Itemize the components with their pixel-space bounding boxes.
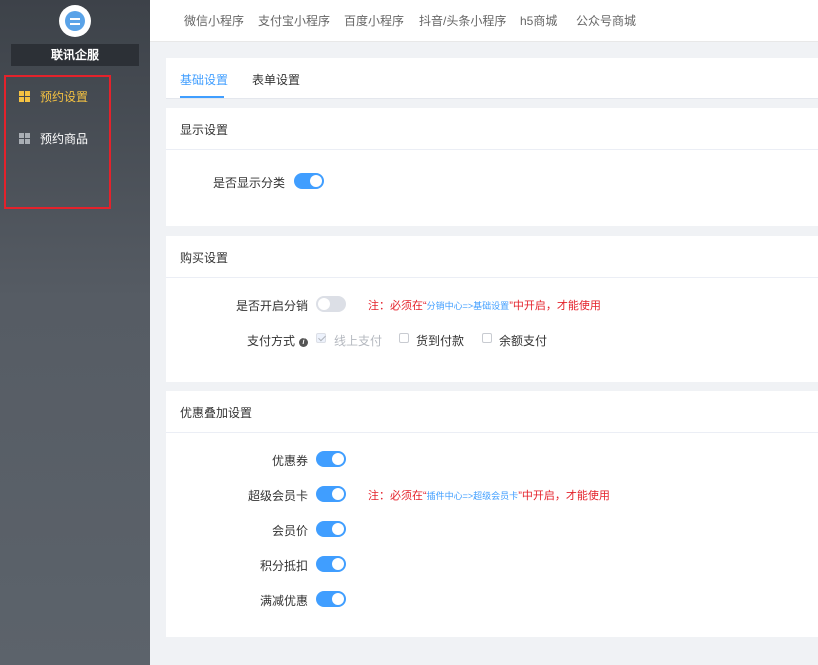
points-label: 积分抵扣 (259, 559, 308, 573)
show-category-switch[interactable] (294, 173, 324, 189)
distribution-note-link[interactable]: 分销中心=>基础设置 (427, 301, 510, 311)
points-switch[interactable] (316, 556, 346, 572)
show-category-label: 是否显示分类 (212, 176, 285, 190)
company-name: 联讯企服 (11, 44, 139, 66)
coupon-switch[interactable] (316, 451, 346, 467)
distribution-note: 注：必须在“分销中心=>基础设置”中开启，才能使用 (368, 300, 601, 312)
top-nav: 微信小程序 支付宝小程序 百度小程序 抖音/头条小程序 h5商城 公众号商城 (150, 0, 818, 42)
nav-baidu[interactable]: 百度小程序 (344, 12, 404, 29)
section-title: 优惠叠加设置 (180, 406, 253, 420)
tab-basic[interactable]: 基础设置 (180, 71, 228, 88)
online-pay-checkbox[interactable] (316, 333, 326, 343)
sidebar-item-booking-settings[interactable]: 预约设置 (19, 88, 88, 104)
divider (166, 432, 818, 433)
member-price-switch[interactable] (316, 521, 346, 537)
coupon-label: 优惠券 (271, 454, 308, 468)
sidebar-item-label: 预约商品 (40, 131, 89, 146)
divider (166, 277, 818, 278)
full-reduction-label: 满减优惠 (259, 594, 308, 608)
balance-pay-checkbox[interactable] (482, 333, 492, 343)
purchase-settings-card: 购买设置 是否开启分销 注：必须在“分销中心=>基础设置”中开启，才能使用 支付… (166, 236, 818, 382)
super-card-note-link[interactable]: 插件中心=>超级会员卡 (427, 491, 519, 501)
nav-douyin[interactable]: 抖音/头条小程序 (419, 12, 506, 29)
tabs: 基础设置 表单设置 (166, 58, 818, 99)
super-card-note: 注：必须在“插件中心=>超级会员卡”中开启，才能使用 (368, 490, 610, 502)
cod-label: 货到付款 (416, 334, 465, 348)
super-card-switch[interactable] (316, 486, 346, 502)
sidebar-item-booking-goods[interactable]: 预约商品 (19, 130, 88, 146)
sidebar-item-label: 预约设置 (40, 89, 89, 104)
nav-official-account[interactable]: 公众号商城 (576, 12, 636, 29)
full-reduction-switch[interactable] (316, 591, 346, 607)
info-icon[interactable]: i (299, 338, 308, 347)
balance-pay-label: 余额支付 (499, 334, 548, 348)
super-card-label: 超级会员卡 (247, 489, 308, 503)
sidebar: 联讯企服 预约设置 预约商品 (0, 0, 150, 665)
section-title: 显示设置 (180, 123, 229, 137)
member-price-label: 会员价 (271, 524, 308, 538)
tab-form[interactable]: 表单设置 (252, 71, 300, 88)
distribution-switch[interactable] (316, 296, 346, 312)
grid-icon (19, 132, 30, 144)
divider (166, 149, 818, 150)
nav-h5[interactable]: h5商城 (520, 12, 557, 29)
cod-checkbox[interactable] (399, 333, 409, 343)
logo[interactable] (59, 5, 91, 37)
grid-icon (19, 90, 30, 102)
discount-settings-card: 优惠叠加设置 优惠券 超级会员卡 注：必须在“插件中心=>超级会员卡”中开启，才… (166, 391, 818, 637)
distribution-label: 是否开启分销 (235, 299, 308, 313)
payment-label: 支付方式 i (247, 332, 308, 349)
display-settings-card: 显示设置 是否显示分类 (166, 108, 818, 226)
tab-indicator (180, 96, 224, 98)
section-title: 购买设置 (180, 251, 229, 265)
nav-alipay[interactable]: 支付宝小程序 (258, 12, 330, 29)
nav-wechat[interactable]: 微信小程序 (184, 12, 244, 29)
online-pay-label: 线上支付 (334, 334, 383, 348)
